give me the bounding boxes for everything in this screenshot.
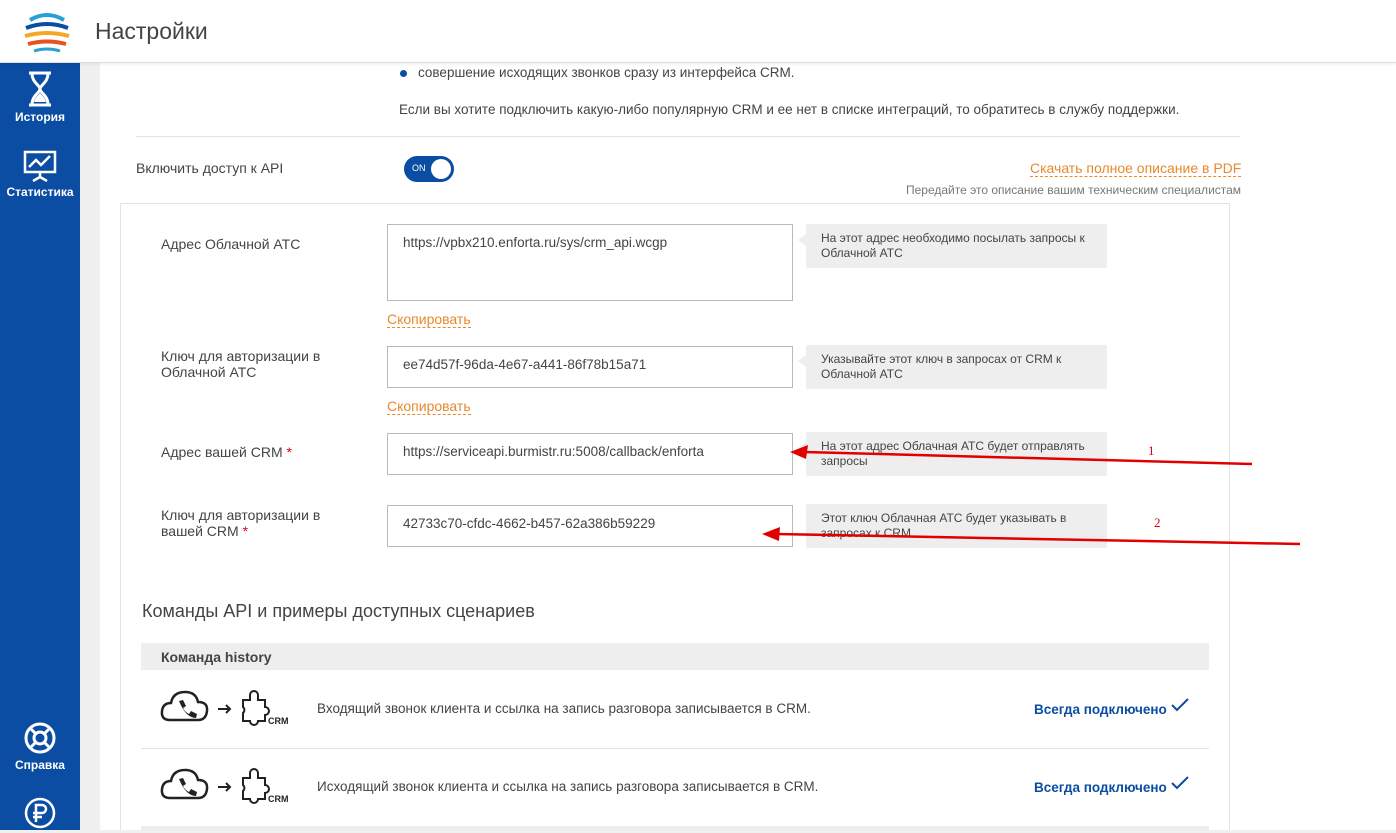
lifebuoy-icon [24, 722, 56, 754]
download-pdf-link[interactable]: Скачать полное описание в PDF [1030, 160, 1242, 177]
crm-badge: CRM [268, 716, 289, 726]
crm-address-label-wrap: Адрес вашей CRM * [161, 444, 292, 460]
crm-badge: CRM [268, 794, 289, 804]
pbx-address-field[interactable]: https://vpbx210.enforta.ru/sys/crm_api.w… [387, 224, 793, 301]
crm-address-field[interactable]: https://serviceapi.burmistr.ru:5008/call… [387, 433, 793, 475]
scenario-status: Всегда подключено [1034, 702, 1167, 717]
arrowhead-icon [790, 445, 808, 459]
crm-key-field[interactable]: 42733c70-cfdc-4662-b457-62a386b59229 [387, 505, 793, 547]
scenario-status: Всегда подключено [1034, 780, 1167, 795]
copy-pbx-key-link[interactable]: Скопировать [387, 398, 471, 415]
intro-note: Если вы хотите подключить какую-либо поп… [399, 102, 1180, 117]
api-toggle[interactable]: ON [404, 156, 454, 182]
sidebar-item-help[interactable]: Справка [0, 721, 80, 772]
annotation-arrow-1 [803, 450, 1253, 466]
annotation-arrows [762, 445, 1301, 546]
annotation-number-2: 2 [1154, 515, 1161, 530]
commands-section-title: Команды API и примеры доступных сценарие… [142, 601, 535, 621]
top-bar: Настройки [0, 0, 1396, 63]
incoming-call-scenario-icon: CRM [160, 684, 290, 730]
sidebar-item-history[interactable]: История [0, 71, 80, 124]
annotation-arrow-2 [775, 532, 1301, 546]
next-group-header [141, 826, 1209, 830]
check-icon [1171, 776, 1189, 790]
pbx-key-field[interactable]: ee74d57f-96da-4e67-a441-86f78b15a71 [387, 346, 793, 388]
sidebar-item-label: Статистика [6, 185, 74, 199]
pbx-address-label: Адрес Облачной АТС [161, 236, 301, 252]
row-divider [141, 748, 1209, 749]
sidebar-item-label: Справка [15, 758, 65, 772]
ruble-icon [24, 797, 56, 829]
required-marker: * [286, 444, 292, 460]
annotation-number-1: 1 [1148, 443, 1155, 458]
page-title: Настройки [95, 18, 208, 44]
copy-pbx-address-link[interactable]: Скопировать [387, 311, 471, 328]
logo-icon[interactable] [22, 6, 72, 56]
crm-address-label: Адрес вашей CRM [161, 444, 283, 460]
crm-key-label-wrap: Ключ для авторизации в вашей CRM * [161, 507, 361, 539]
download-hint: Передайте это описание вашим техническим… [906, 183, 1242, 197]
api-toggle-label: Включить доступ к API [136, 160, 284, 176]
check-icon [1171, 698, 1189, 712]
pbx-key-label: Ключ для авторизации в Облачной АТС [161, 348, 321, 380]
required-marker: * [242, 523, 249, 539]
chart-board-icon [23, 150, 57, 182]
scenario-text: Входящий звонок клиента и ссылка на запи… [317, 701, 811, 716]
crm-key-label: Ключ для авторизации в вашей CRM [161, 507, 321, 539]
toggle-state: ON [412, 163, 426, 173]
bullet-marker [400, 70, 407, 77]
toggle-knob [431, 159, 451, 179]
sidebar-item-statistics[interactable]: Статистика [0, 150, 80, 199]
divider [136, 136, 1240, 137]
pbx-key-hint: Указывайте этот ключ в запросах от CRM к… [798, 345, 1107, 389]
sidebar: История Статистика Справка [0, 63, 80, 830]
arrowhead-icon [762, 527, 780, 541]
sidebar-item-label: История [14, 110, 66, 124]
scenario-text: Исходящий звонок клиента и ссылка на зап… [317, 779, 819, 794]
intro-bullet-text: совершение исходящих звонков сразу из ин… [418, 65, 795, 80]
hourglass-icon [29, 71, 51, 107]
sidebar-item-billing[interactable] [0, 796, 80, 833]
pbx-address-hint: На этот адрес необходимо посылать запрос… [798, 224, 1107, 268]
command-group-header: Команда history [141, 643, 1209, 670]
outgoing-call-scenario-icon: CRM [160, 762, 290, 808]
